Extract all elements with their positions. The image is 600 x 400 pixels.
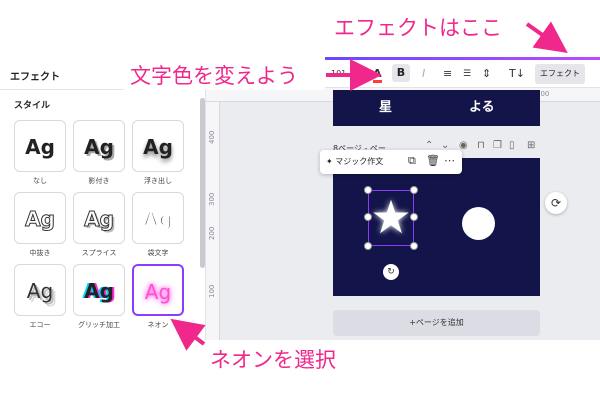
copy-icon[interactable]: ⧉ <box>408 154 416 168</box>
style-sample: Ag <box>143 135 173 159</box>
style-tile-none[interactable]: Ag <box>14 120 66 172</box>
resize-handle[interactable] <box>410 213 418 221</box>
more-icon[interactable]: ⋯ <box>444 154 455 167</box>
magic-write-label: マジック作文 <box>335 157 384 166</box>
style-sample: Ag <box>84 279 114 303</box>
bold-button[interactable]: B <box>392 64 410 82</box>
style-sample: Ag <box>84 207 115 232</box>
circle-element[interactable] <box>462 207 495 240</box>
style-sample: Ag <box>142 206 175 233</box>
align-icon[interactable]: ≡ <box>443 67 452 80</box>
add-page-button[interactable]: +ページを追加 <box>333 310 540 336</box>
text-color-icon[interactable]: A <box>373 67 382 83</box>
resize-handle[interactable] <box>364 213 372 221</box>
style-sample: Ag <box>25 207 56 232</box>
style-tile-shadow[interactable]: Ag <box>73 120 125 172</box>
style-tile-splice[interactable]: Ag <box>73 192 125 244</box>
add-page-icon[interactable]: ⊞ <box>527 140 535 151</box>
screenshot-stage: { "annotations": { "effect_here": "エフェクト… <box>0 0 600 400</box>
trash-icon[interactable]: 🗑 <box>426 154 440 167</box>
effect-button[interactable]: エフェクト <box>535 64 585 84</box>
style-tile-outline[interactable]: Ag <box>132 192 184 244</box>
section-style-heading: スタイル <box>14 101 51 111</box>
style-tile-neon[interactable]: Ag <box>132 264 184 316</box>
page-8-canvas[interactable] <box>333 158 540 296</box>
text-size-icon[interactable]: T↓ <box>509 67 525 80</box>
line-spacing-icon[interactable]: ⇕ <box>482 67 491 80</box>
magic-toolbar: ✦ マジック作文 ⧉ 🗑 ⋯ <box>320 150 462 174</box>
rotate-icon[interactable]: ↻ <box>383 264 399 280</box>
style-tile-glitch[interactable]: Ag <box>73 264 125 316</box>
style-tile-echo[interactable]: Ag <box>14 264 66 316</box>
italic-icon[interactable]: I <box>422 67 425 80</box>
effects-panel: エフェクト スタイル Ag なし Ag 影付き Ag 浮き出し Ag 中抜き A… <box>0 58 206 340</box>
style-sample: Ag <box>84 135 114 159</box>
resize-handle[interactable] <box>410 242 418 250</box>
trash-icon[interactable]: ▯ <box>509 140 515 151</box>
style-label: 浮き出し <box>144 177 172 185</box>
style-sample: Ag <box>25 135 55 159</box>
duplicate-icon[interactable]: ❐ <box>493 140 502 151</box>
style-label: ネオン <box>147 321 169 329</box>
resize-handle[interactable] <box>364 242 372 250</box>
ruler-left: 400 300 200 100 <box>206 102 220 340</box>
ruler-left-tick: 100 <box>208 284 216 298</box>
style-sample: Ag <box>26 279 54 303</box>
style-tile-hollow[interactable]: Ag <box>14 192 66 244</box>
resize-handle[interactable] <box>410 186 418 194</box>
list-icon[interactable]: ☰ <box>463 69 471 79</box>
ruler-left-tick: 400 <box>208 130 216 144</box>
refresh-icon[interactable]: ⟳ <box>545 192 567 214</box>
lock-icon[interactable]: ⊓ <box>477 140 485 151</box>
annotation-effect-here: エフェクトはここ <box>334 16 502 40</box>
annotation-text-color: 文字色を変えよう <box>130 64 298 88</box>
selection-box[interactable] <box>364 186 418 250</box>
resize-handle[interactable] <box>364 186 372 194</box>
style-tile-lift[interactable]: Ag <box>132 120 184 172</box>
panel-scrollbar[interactable] <box>200 98 205 268</box>
page-7-canvas[interactable]: 星 よる <box>333 90 540 126</box>
font-size-value[interactable]: 101 <box>331 69 346 78</box>
annotation-select-neon: ネオンを選択 <box>210 348 336 372</box>
page-7-text-right: よる <box>469 100 495 115</box>
page-7-text-left: 星 <box>379 100 393 115</box>
arrow-to-effect-button <box>525 21 568 53</box>
ruler-left-tick: 300 <box>208 192 216 206</box>
style-sample: Ag <box>144 280 172 304</box>
style-label: 袋文字 <box>147 249 169 257</box>
ruler-left-tick: 200 <box>208 226 216 240</box>
eye-icon[interactable]: ◉ <box>459 140 468 151</box>
magic-write-button[interactable]: ✦ マジック作文 <box>326 156 383 167</box>
